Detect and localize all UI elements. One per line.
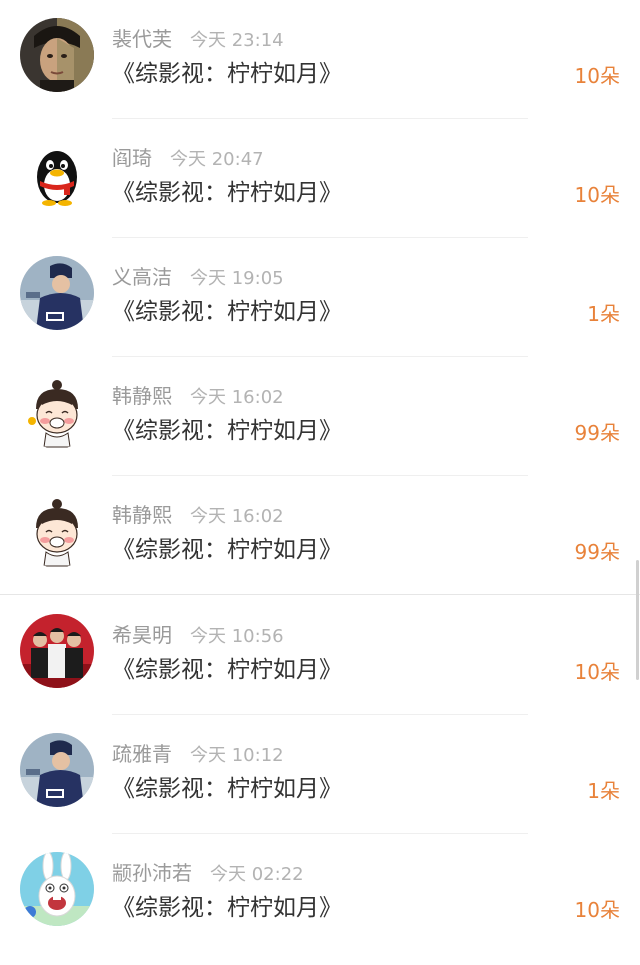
gift-count: 99朵 (574, 540, 620, 564)
timestamp: 今天 02:22 (210, 864, 304, 885)
portrait-avatar[interactable] (20, 18, 94, 92)
book-title[interactable]: 《综影视：柠柠如月》 (112, 177, 342, 209)
user-name[interactable]: 义高洁 今天 19:05 (112, 264, 284, 292)
list-item[interactable]: 希昊明 今天 10:56 《综影视：柠柠如月》 10朵 (0, 596, 640, 715)
gift-record-list: 裴代芙今天 23:14 《综影视：柠柠如月》 10朵 阎琦今天 20:47 (0, 0, 640, 965)
gift-count: 1朵 (587, 779, 620, 803)
list-item[interactable]: 裴代芙 今天 23:14 《综影视：柠柠如月》 10朵 (0, 0, 640, 119)
gift-count: 10朵 (574, 898, 620, 922)
list-item[interactable]: 韩静熙 今天 16:02 《综影视：柠柠如月》 99朵 (0, 357, 640, 476)
user-name[interactable]: 裴代芙 今天 23:14 (112, 26, 284, 54)
user-name[interactable]: 颛孙沛若 今天 02:22 (112, 860, 304, 888)
timestamp: 今天 10:56 (190, 626, 284, 647)
timestamp: 今天 20:47 (170, 149, 264, 170)
book-title[interactable]: 《综影视：柠柠如月》 (112, 654, 342, 686)
book-title[interactable]: 《综影视：柠柠如月》 (112, 296, 342, 328)
list-item[interactable]: 义高洁 今天 19:05 《综影视：柠柠如月》 1朵 (0, 238, 640, 357)
gift-count: 10朵 (574, 183, 620, 207)
gift-count: 1朵 (587, 302, 620, 326)
list-item[interactable]: 韩静熙 今天 16:02 《综影视：柠柠如月》 99朵 (0, 476, 640, 595)
book-title[interactable]: 《综影视：柠柠如月》 (112, 892, 342, 924)
book-title[interactable]: 《综影视：柠柠如月》 (112, 415, 342, 447)
user-name[interactable]: 疏雅青 今天 10:12 (112, 741, 284, 769)
list-item[interactable]: 阎琦 今天 20:47 《综影视：柠柠如月》 10朵 (0, 119, 640, 238)
cartoon-girl-avatar[interactable] (20, 494, 94, 568)
gift-count: 99朵 (574, 421, 620, 445)
player-avatar[interactable] (20, 256, 94, 330)
list-item[interactable]: 疏雅青 今天 10:12 《综影视：柠柠如月》 1朵 (0, 715, 640, 834)
timestamp: 今天 23:14 (190, 30, 284, 51)
divider (0, 594, 640, 595)
gift-count: 10朵 (574, 660, 620, 684)
user-name[interactable]: 希昊明 今天 10:56 (112, 622, 284, 650)
book-title[interactable]: 《综影视：柠柠如月》 (112, 773, 342, 805)
timestamp: 今天 19:05 (190, 268, 284, 289)
scrollbar[interactable] (636, 560, 639, 680)
rabbid-avatar[interactable] (20, 852, 94, 926)
group-photo-avatar[interactable] (20, 614, 94, 688)
cartoon-girl-avatar[interactable] (20, 375, 94, 449)
timestamp: 今天 16:02 (190, 387, 284, 408)
timestamp: 今天 16:02 (190, 506, 284, 527)
user-name[interactable]: 韩静熙 今天 16:02 (112, 502, 284, 530)
book-title[interactable]: 《综影视：柠柠如月》 (112, 58, 342, 90)
user-name[interactable]: 阎琦 今天 20:47 (112, 145, 264, 173)
book-title[interactable]: 《综影视：柠柠如月》 (112, 534, 342, 566)
user-name[interactable]: 韩静熙 今天 16:02 (112, 383, 284, 411)
qq-penguin-avatar[interactable] (20, 137, 94, 211)
player-avatar[interactable] (20, 733, 94, 807)
list-item[interactable]: 颛孙沛若 今天 02:22 《综影视：柠柠如月》 10朵 (0, 834, 640, 965)
gift-count: 10朵 (574, 64, 620, 88)
timestamp: 今天 10:12 (190, 745, 284, 766)
